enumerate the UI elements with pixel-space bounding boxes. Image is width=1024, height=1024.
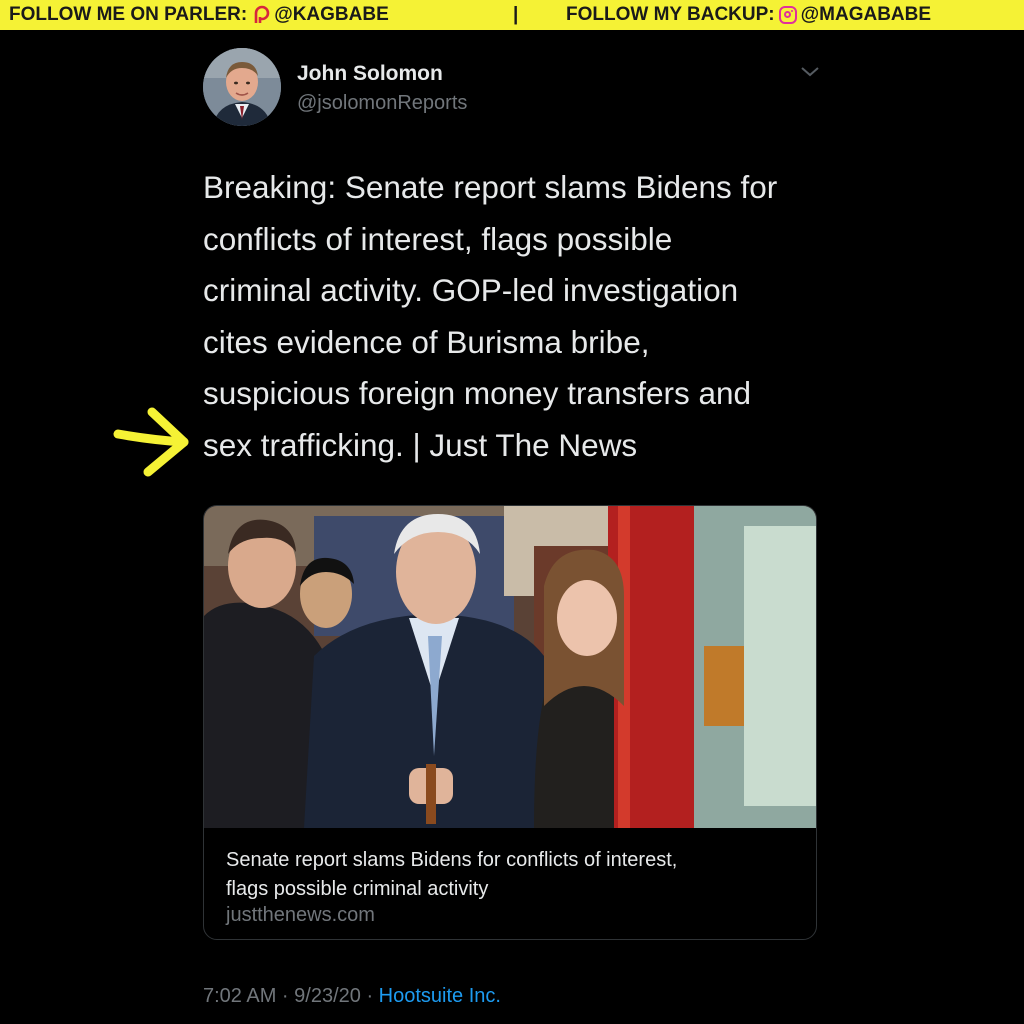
tweet-text: Breaking: Senate report slams Bidens for… [203, 162, 843, 471]
banner-left: FOLLOW ME ON PARLER: @KAGBABE [9, 4, 389, 26]
chevron-down-icon[interactable] [798, 64, 822, 80]
author-name[interactable]: John Solomon [297, 62, 443, 86]
banner-right-text: FOLLOW MY BACKUP: [566, 4, 775, 25]
link-preview-title: Senate report slams Bidens for conflicts… [226, 846, 806, 904]
tweet-source-link[interactable]: Hootsuite Inc. [379, 985, 501, 1007]
tweet-line: criminal activity. GOP-led investigation [203, 272, 739, 308]
link-preview-domain: justthenews.com [226, 904, 375, 926]
link-preview-card[interactable]: Senate report slams Bidens for conflicts… [203, 505, 817, 940]
banner-right-handle[interactable]: @MAGABABE [801, 4, 931, 26]
top-banner: FOLLOW ME ON PARLER: @KAGBABE | FOLLOW M… [0, 0, 1024, 30]
banner-separator: | [513, 4, 519, 25]
parler-logo-icon [254, 5, 270, 23]
author-avatar[interactable] [203, 48, 281, 126]
tweet-line: conflicts of interest, flags possible [203, 220, 673, 257]
avatar-image [203, 48, 281, 126]
instagram-logo-icon [778, 6, 797, 24]
tweet-line: suspicious foreign money transfers and [203, 375, 752, 411]
tweet-line: Breaking: Senate report slams Bidens for [203, 169, 778, 205]
tweet-meta: 7:02 AM · 9/23/20 · Hootsuite Inc. [203, 985, 501, 1008]
banner-left-handle[interactable]: @KAGBABE [274, 4, 389, 26]
tweet-timestamp[interactable]: 7:02 AM · 9/23/20 · [203, 985, 379, 1007]
link-preview-image [204, 506, 816, 828]
author-handle[interactable]: @jsolomonReports [297, 92, 467, 115]
yellow-arrow-icon [113, 407, 189, 477]
banner-left-text: FOLLOW ME ON PARLER: [9, 4, 248, 25]
tweet-line: sex trafficking. | Just The News [203, 426, 638, 463]
banner-right: FOLLOW MY BACKUP: @MAGABABE [566, 4, 931, 26]
tweet-line: cites evidence of Burisma bribe, [203, 323, 650, 360]
link-preview-title-line: Senate report slams Bidens for conflicts… [226, 849, 678, 871]
link-preview-title-line: flags possible criminal activity [226, 878, 489, 900]
